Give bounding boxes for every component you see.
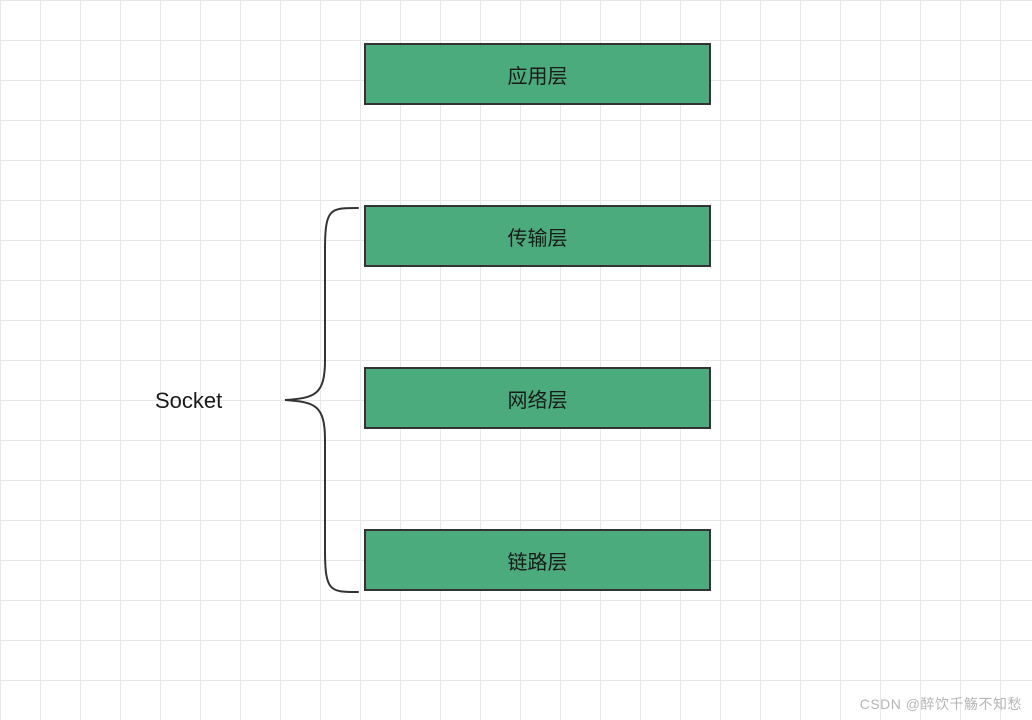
layer-link-label: 链路层 [508, 546, 568, 575]
socket-label: Socket [155, 388, 222, 414]
brace-icon [270, 200, 360, 600]
layer-transport-label: 传输层 [508, 222, 568, 251]
layer-application: 应用层 [364, 43, 711, 105]
watermark-text: CSDN @醉饮千觞不知愁 [860, 694, 1022, 714]
layer-network: 网络层 [364, 367, 711, 429]
layer-link: 链路层 [364, 529, 711, 591]
layer-transport: 传输层 [364, 205, 711, 267]
layer-network-label: 网络层 [508, 384, 568, 413]
layer-application-label: 应用层 [508, 60, 568, 89]
network-layer-diagram: 应用层 传输层 网络层 链路层 Socket CSDN @醉饮千觞不知愁 [0, 0, 1032, 720]
